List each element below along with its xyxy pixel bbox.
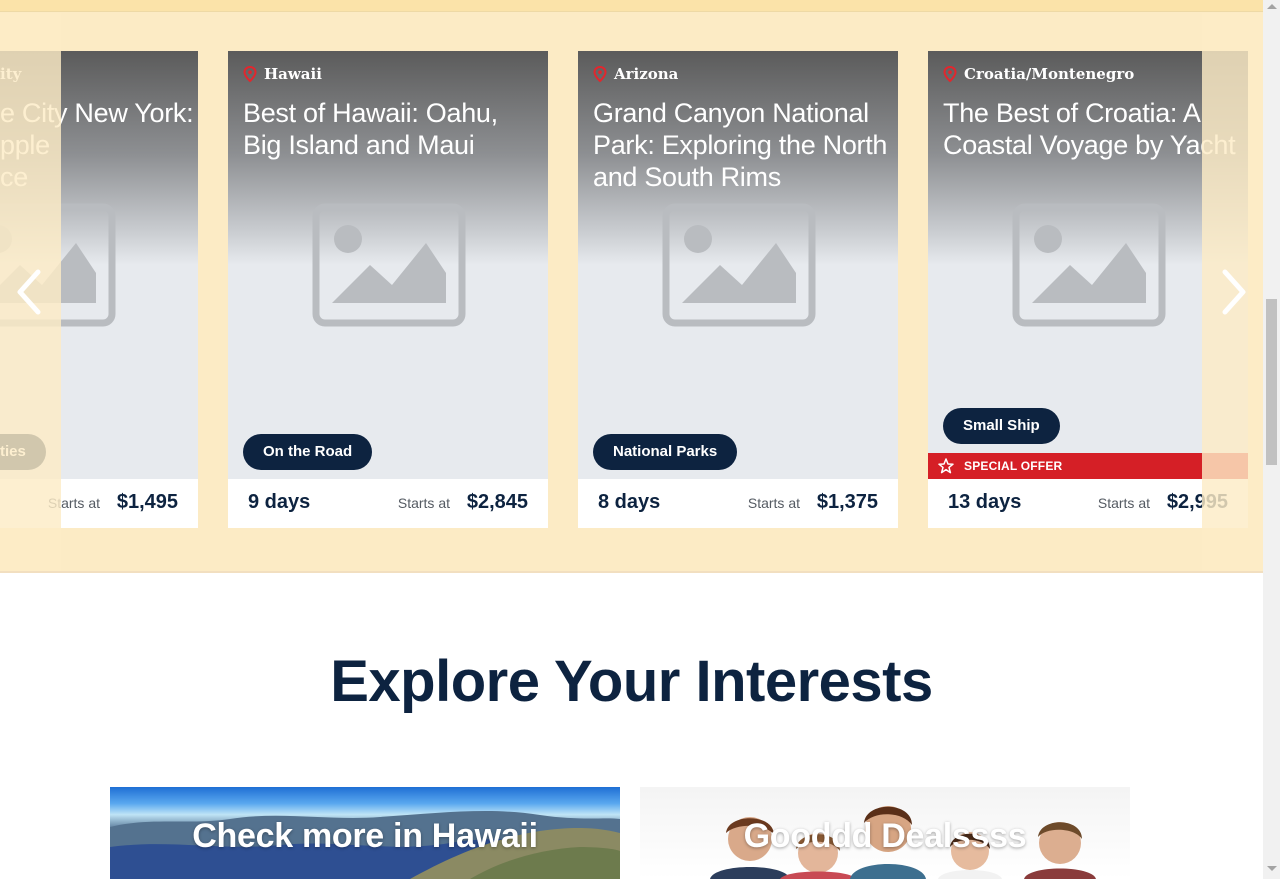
card-title[interactable]: The Best of Croatia: A Coastal Voyage by… — [943, 97, 1243, 161]
chevron-left-icon[interactable] — [14, 268, 44, 316]
image-placeholder-icon — [1012, 203, 1166, 327]
scroll-down-arrow-icon[interactable] — [1267, 866, 1277, 871]
starts-at-label: Starts at — [397, 495, 450, 511]
card-price: $2,845 — [466, 491, 528, 513]
card-location-text: Croatia/Montenegro — [964, 65, 1135, 83]
trip-card-arizona[interactable]: Arizona Grand Canyon National Park: Expl… — [578, 51, 898, 528]
card-image: Arizona Grand Canyon National Park: Expl… — [578, 51, 898, 479]
card-location: Hawaii — [243, 65, 322, 83]
carousel-top-border — [0, 0, 1263, 12]
carousel-bottom-border — [0, 571, 1263, 573]
scroll-up-arrow-icon[interactable] — [1267, 4, 1277, 9]
card-tag[interactable]: On the Road — [243, 434, 373, 470]
card-price: $1,495 — [116, 491, 178, 513]
card-location: Croatia/Montenegro — [943, 65, 1134, 83]
trip-card-croatia[interactable]: Croatia/Montenegro The Best of Croatia: … — [928, 51, 1248, 528]
interest-tile-label: Check more in Hawaii — [192, 817, 538, 855]
vertical-scrollbar[interactable] — [1263, 0, 1280, 879]
page: ity e City New York: pple ce ties Starts… — [0, 0, 1263, 879]
card-duration: 13 days — [948, 491, 1022, 513]
card-title[interactable]: Best of Hawaii: Oahu, Big Island and Mau… — [243, 97, 543, 161]
interest-tile-hawaii[interactable]: Check more in Hawaii — [110, 787, 620, 879]
section-title: Explore Your Interests — [330, 649, 933, 714]
card-footer: 9 days Starts at $2,845 — [228, 479, 548, 528]
card-title[interactable]: Grand Canyon National Park: Exploring th… — [593, 97, 893, 193]
card-duration: 8 days — [598, 491, 661, 513]
chevron-right-icon[interactable] — [1219, 268, 1249, 316]
card-price: $1,375 — [816, 491, 878, 513]
star-outline-icon — [938, 458, 954, 474]
map-pin-icon — [243, 66, 257, 82]
interest-tile-label: Gooddd Dealssss — [743, 817, 1027, 855]
trip-card-hawaii[interactable]: Hawaii Best of Hawaii: Oahu, Big Island … — [228, 51, 548, 528]
image-placeholder-icon — [312, 203, 466, 327]
special-offer-banner: SPECIAL OFFER — [928, 453, 1248, 479]
card-tag[interactable]: Small Ship — [943, 408, 1060, 444]
scrollbar-thumb[interactable] — [1266, 299, 1277, 465]
interest-tile-deals[interactable]: Gooddd Dealssss — [640, 787, 1130, 879]
card-footer: 13 days Starts at $2,995 — [928, 479, 1248, 528]
starts-at-label: Starts at — [1097, 495, 1150, 511]
card-footer: 8 days Starts at $1,375 — [578, 479, 898, 528]
card-image: Hawaii Best of Hawaii: Oahu, Big Island … — [228, 51, 548, 479]
trip-carousel: ity e City New York: pple ce ties Starts… — [0, 0, 1263, 573]
card-location-text: Hawaii — [264, 65, 322, 83]
map-pin-icon — [943, 66, 957, 82]
map-pin-icon — [593, 66, 607, 82]
image-placeholder-icon — [662, 203, 816, 327]
card-duration: 9 days — [248, 491, 311, 513]
card-location-text: Arizona — [614, 65, 679, 83]
card-tag[interactable]: National Parks — [593, 434, 738, 470]
card-image: Croatia/Montenegro The Best of Croatia: … — [928, 51, 1248, 479]
special-offer-label: SPECIAL OFFER — [964, 459, 1063, 473]
card-location: Arizona — [593, 65, 678, 83]
starts-at-label: Starts at — [747, 495, 800, 511]
